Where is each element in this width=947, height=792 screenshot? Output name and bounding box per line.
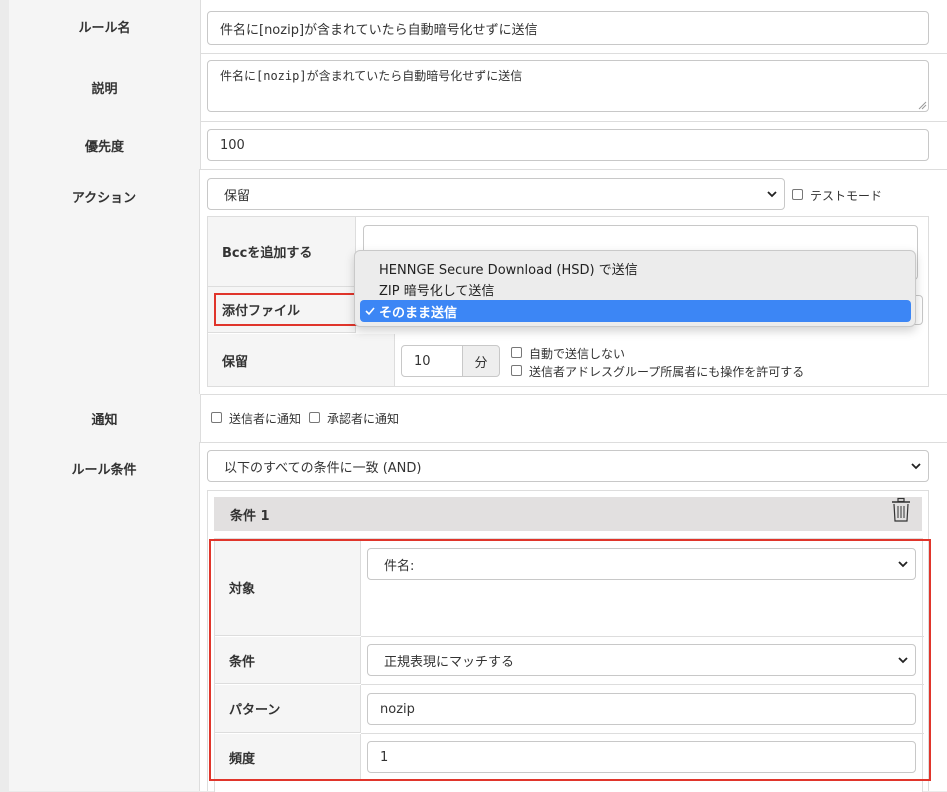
rule-name-input[interactable]: 件名に[nozip]が含まれていたら自動暗号化せずに送信 bbox=[207, 11, 929, 45]
chevron-down-icon bbox=[767, 191, 777, 198]
attachment-dropdown-menu: HENNGE Secure Download (HSD) で送信 ZIP 暗号化… bbox=[354, 250, 916, 327]
test-mode-checkbox[interactable] bbox=[792, 189, 803, 200]
notify-label: 通知 bbox=[9, 394, 201, 442]
checkmark-icon bbox=[365, 307, 375, 316]
hold-label: 保留 bbox=[208, 334, 395, 386]
resize-handle-icon[interactable] bbox=[917, 100, 927, 110]
notify-approver-label: 承認者に通知 bbox=[327, 412, 400, 426]
dropdown-option-zip[interactable]: ZIP 暗号化して送信 bbox=[379, 280, 494, 299]
notify-row: 通知 送信者に通知 承認者に通知 bbox=[9, 394, 947, 443]
notify-sender-checkbox[interactable] bbox=[211, 412, 222, 423]
priority-input[interactable]: 100 bbox=[207, 129, 929, 161]
conditions-label: ルール条件 bbox=[9, 442, 200, 791]
chevron-down-icon bbox=[911, 463, 921, 470]
auto-send-off-label: 自動で送信しない bbox=[529, 347, 626, 361]
dropdown-option-hsd[interactable]: HENNGE Secure Download (HSD) で送信 bbox=[379, 259, 638, 278]
allow-group-checkbox[interactable] bbox=[511, 365, 522, 376]
auto-send-off-checkbox[interactable] bbox=[511, 347, 522, 358]
dropdown-option-send-as-is[interactable]: そのまま送信 bbox=[360, 300, 911, 322]
match-mode-select[interactable]: 以下のすべての条件に一致 (AND) bbox=[207, 450, 929, 482]
condition-header: 条件 1 bbox=[214, 497, 922, 531]
match-mode-value: 以下のすべての条件に一致 (AND) bbox=[224, 460, 422, 476]
hold-minutes-input[interactable]: 10 bbox=[401, 345, 463, 377]
hold-unit-addon: 分 bbox=[462, 345, 500, 377]
description-label: 説明 bbox=[9, 53, 201, 121]
dropdown-option-send-as-is-label: そのまま送信 bbox=[379, 305, 458, 321]
notify-sender-label: 送信者に通知 bbox=[229, 412, 302, 426]
allow-group-label: 送信者アドレスグループ所属者にも操作を許可する bbox=[529, 365, 805, 379]
trash-icon[interactable] bbox=[890, 497, 912, 523]
description-textarea[interactable]: 件名に[nozip]が含まれていたら自動暗号化せずに送信 bbox=[207, 60, 929, 112]
notify-approver-checkbox[interactable] bbox=[309, 412, 320, 423]
description-row: 説明 件名に[nozip]が含まれていたら自動暗号化せずに送信 bbox=[9, 53, 947, 122]
bcc-label: Bccを追加する bbox=[208, 217, 356, 287]
condition-highlight-box bbox=[209, 539, 931, 781]
priority-label: 優先度 bbox=[9, 121, 201, 169]
action-select[interactable]: 保留 bbox=[207, 178, 785, 210]
action-select-value: 保留 bbox=[224, 188, 251, 204]
test-mode-label: テストモード bbox=[810, 189, 883, 203]
action-label: アクション bbox=[9, 169, 200, 394]
rule-name-row: ルール名 件名に[nozip]が含まれていたら自動暗号化せずに送信 bbox=[9, 0, 947, 54]
rule-name-label: ルール名 bbox=[9, 0, 201, 53]
priority-row: 優先度 100 bbox=[9, 121, 947, 170]
